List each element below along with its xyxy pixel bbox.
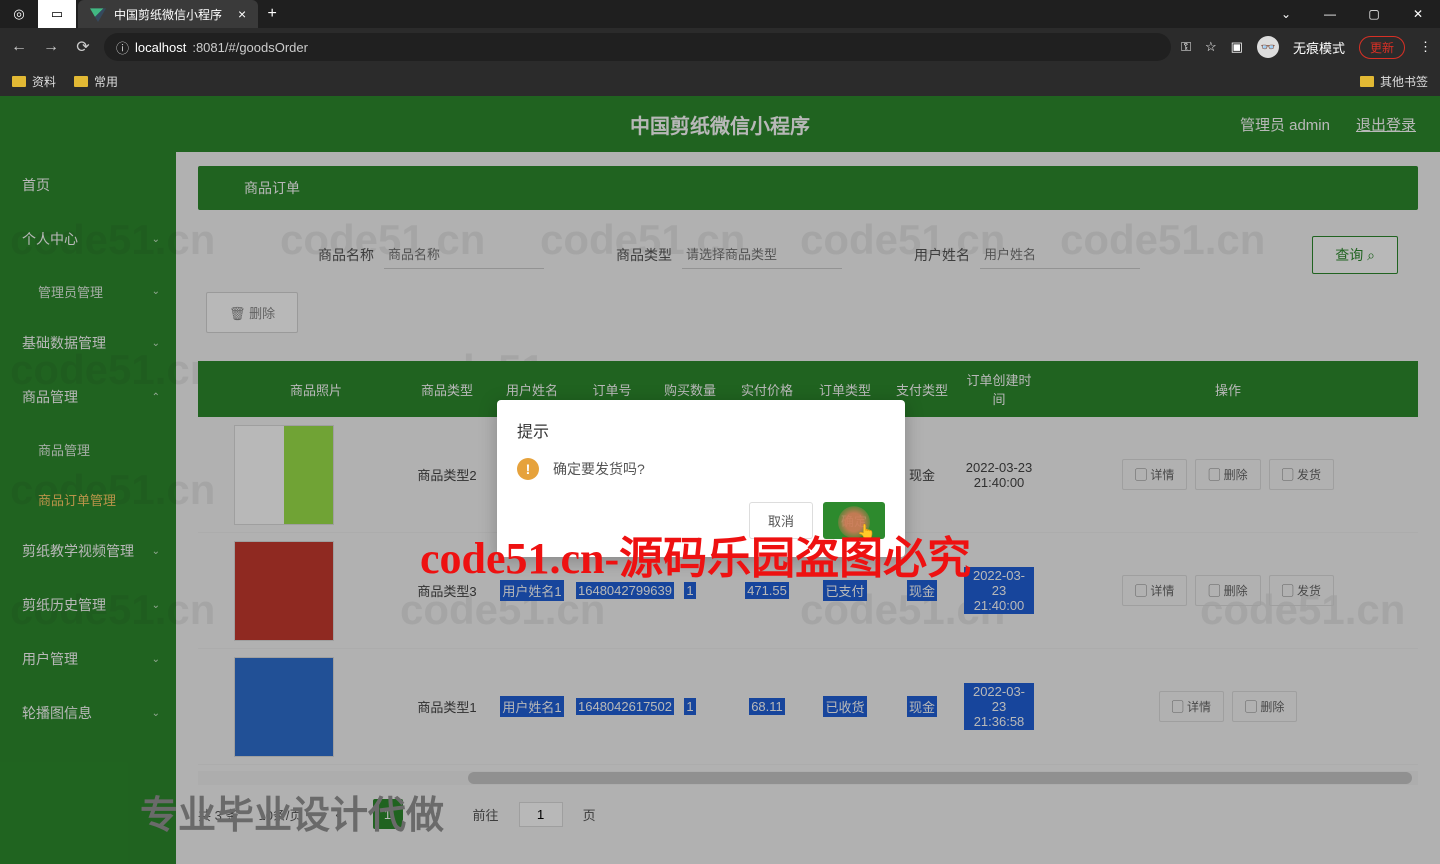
star-icon[interactable]: ☆ (1205, 39, 1217, 55)
url-host: localhost (135, 40, 186, 55)
reload-icon[interactable]: ⟳ (72, 37, 94, 57)
extension-icon[interactable]: ▣ (1231, 39, 1243, 55)
key-icon[interactable]: ⚿ (1181, 39, 1191, 55)
overlay-red-text: code51.cn-源码乐园盗图必究 (420, 522, 971, 586)
warning-icon: ! (517, 458, 539, 480)
new-tab-button[interactable]: + (258, 5, 286, 23)
bookmark-label: 资料 (32, 73, 56, 90)
folder-icon (1360, 76, 1374, 87)
menu-icon[interactable]: ⋮ (1419, 39, 1432, 55)
dialog-message: 确定要发货吗? (553, 459, 645, 479)
app-icon-2[interactable]: ▭ (38, 0, 76, 28)
dialog-title: 提示 (517, 418, 885, 442)
url-input[interactable]: ⓘ localhost :8081/#/goodsOrder (104, 33, 1171, 61)
incognito-label: 无痕模式 (1293, 38, 1345, 57)
close-window-icon[interactable]: ✕ (1396, 0, 1440, 28)
other-bookmarks[interactable]: 其他书签 (1360, 73, 1428, 90)
folder-icon (74, 76, 88, 87)
incognito-icon: 👓 (1257, 36, 1279, 58)
url-path: :8081/#/goodsOrder (192, 40, 308, 55)
maximize-icon[interactable]: ▢ (1352, 0, 1396, 28)
app: code51.cn code51.cn code51.cn code51.cn … (0, 96, 1440, 864)
chevron-down-icon[interactable]: ⌄ (1264, 0, 1308, 28)
bookmark-item[interactable]: 资料 (12, 73, 56, 90)
update-button[interactable]: 更新 (1359, 36, 1405, 59)
browser-chrome: ◎ ▭ 中国剪纸微信小程序 × + ⌄ — ▢ ✕ ← → ⟳ ⓘ localh… (0, 0, 1440, 96)
forward-icon[interactable]: → (40, 38, 62, 56)
tab-bar: ◎ ▭ 中国剪纸微信小程序 × + ⌄ — ▢ ✕ (0, 0, 1440, 28)
browser-tab[interactable]: 中国剪纸微信小程序 × (78, 0, 258, 28)
folder-icon (12, 76, 26, 87)
overlay-gray-text: 专业毕业设计代做 (140, 784, 444, 839)
minimize-icon[interactable]: — (1308, 0, 1352, 28)
bookmark-bar: 资料 常用 其他书签 (0, 66, 1440, 96)
app-icon-1[interactable]: ◎ (0, 0, 38, 28)
back-icon[interactable]: ← (8, 38, 30, 56)
bookmark-label: 常用 (94, 73, 118, 90)
bookmark-label: 其他书签 (1380, 73, 1428, 90)
window-controls: ⌄ — ▢ ✕ (1264, 0, 1440, 28)
vue-icon (90, 6, 106, 22)
address-bar: ← → ⟳ ⓘ localhost:8081/#/goodsOrder ⚿ ☆ … (0, 28, 1440, 66)
close-tab-icon[interactable]: × (238, 6, 246, 22)
tab-title: 中国剪纸微信小程序 (114, 6, 222, 23)
info-icon: ⓘ (116, 38, 129, 57)
bookmark-item[interactable]: 常用 (74, 73, 118, 90)
